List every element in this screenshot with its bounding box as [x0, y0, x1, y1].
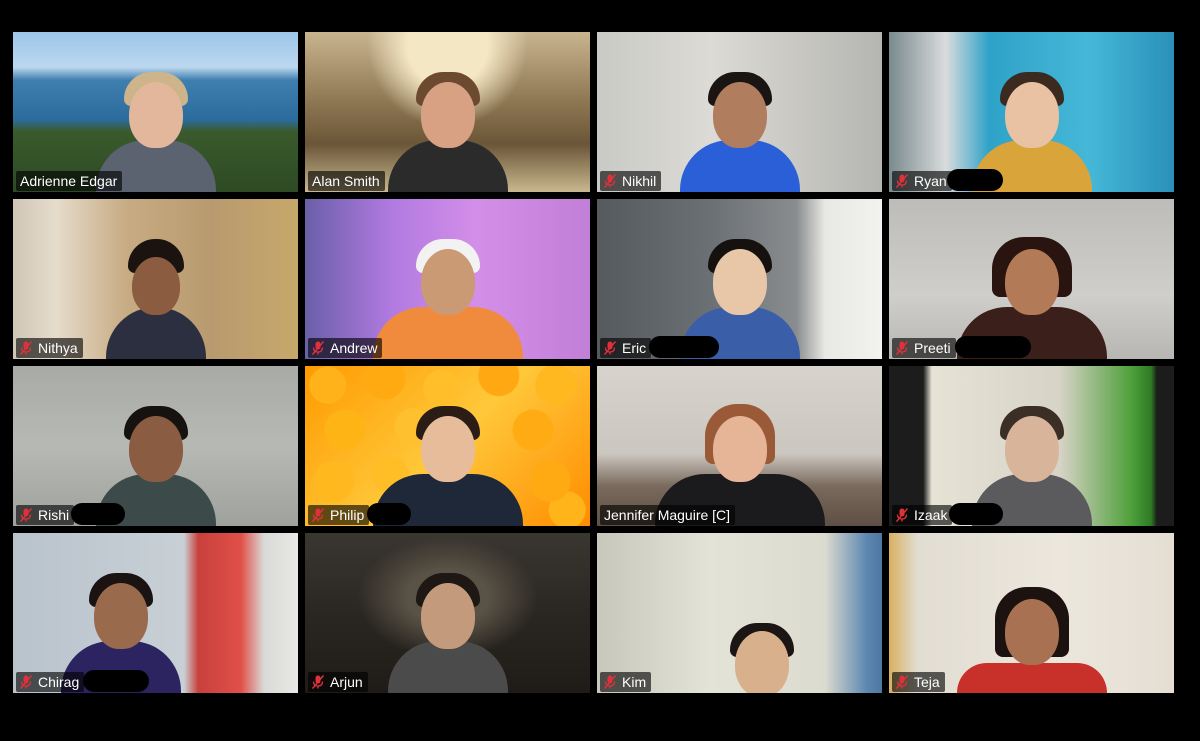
participant-name: Nikhil [622, 173, 657, 189]
muted-microphone-icon [896, 341, 908, 355]
participant-tile-chirag[interactable]: Chirag [13, 533, 298, 693]
participant-tile-arjun[interactable]: Arjun [305, 533, 590, 693]
redaction-mark [83, 670, 149, 692]
muted-microphone-icon [312, 341, 324, 355]
redaction-mark [649, 336, 719, 358]
participant-name-tag: Jennifer Maguire [C] [600, 505, 736, 525]
muted-microphone-icon [604, 341, 616, 355]
participant-video [95, 42, 216, 192]
muted-microphone-icon [896, 508, 908, 522]
participant-tile-nikhil[interactable]: Nikhil [597, 32, 882, 192]
participant-video [372, 209, 523, 359]
participant-name: Rishi [38, 507, 70, 523]
muted-microphone-icon [20, 675, 32, 689]
participant-tile-ryan[interactable]: Ryan [889, 32, 1174, 192]
participant-tile-izaak[interactable]: Izaak [889, 366, 1174, 526]
participant-name-tag: Teja [892, 672, 945, 692]
redaction-mark [71, 503, 125, 525]
participant-tile-rishi[interactable]: Rishi [13, 366, 298, 526]
participant-name: Teja [914, 674, 940, 690]
participant-tile-philip[interactable]: Philip [305, 366, 590, 526]
participant-tile-alan-smith[interactable]: Alan Smith [305, 32, 590, 192]
participant-tile-kim[interactable]: Kim [597, 533, 882, 693]
muted-microphone-icon [604, 675, 616, 689]
participant-tile-adrienne-edgar[interactable]: Adrienne Edgar [13, 32, 298, 192]
muted-microphone-icon [20, 508, 32, 522]
participant-name: Philip [330, 507, 365, 523]
video-gallery-grid: Adrienne Edgar Alan Smith Nikhil Ryan Ni… [13, 32, 1174, 694]
participant-tile-andrew[interactable]: Andrew [305, 199, 590, 359]
participant-name: Alan Smith [312, 173, 380, 189]
participant-name: Kim [622, 674, 647, 690]
participant-name: Preeti [914, 340, 951, 356]
participant-name: Ryan [914, 173, 947, 189]
muted-microphone-icon [896, 174, 908, 188]
participant-name-tag: Izaak [892, 505, 953, 525]
redaction-mark [955, 336, 1031, 358]
redaction-mark [949, 503, 1003, 525]
participant-name: Andrew [330, 340, 378, 356]
participant-name-tag: Kim [600, 672, 652, 692]
participant-name-tag: Chirag [16, 672, 85, 692]
participant-name-tag: Andrew [308, 338, 383, 358]
participant-name: Chirag [38, 674, 80, 690]
participant-video [105, 209, 206, 359]
participant-tile-teja[interactable]: Teja [889, 533, 1174, 693]
participant-video [387, 543, 508, 693]
participant-video [654, 376, 825, 526]
muted-microphone-icon [896, 675, 908, 689]
participant-name-tag: Nithya [16, 338, 83, 358]
participant-video [679, 42, 800, 192]
participant-name: Eric [622, 340, 647, 356]
participant-tile-jennifer-maguire[interactable]: Jennifer Maguire [C] [597, 366, 882, 526]
participant-name-tag: Alan Smith [308, 171, 385, 191]
muted-microphone-icon [312, 675, 324, 689]
participant-tile-eric[interactable]: Eric [597, 199, 882, 359]
participant-video [956, 543, 1107, 693]
participant-name-tag: Nikhil [600, 171, 662, 191]
participant-name-tag: Rishi [16, 505, 75, 525]
participant-name: Adrienne Edgar [20, 173, 118, 189]
participant-video [702, 613, 822, 693]
participant-name: Nithya [38, 340, 78, 356]
participant-name-tag: Adrienne Edgar [16, 171, 123, 191]
muted-microphone-icon [604, 174, 616, 188]
participant-name-tag: Preeti [892, 338, 956, 358]
participant-name-tag: Philip [308, 505, 370, 525]
participant-name-tag: Arjun [308, 672, 368, 692]
participant-name-tag: Eric [600, 338, 652, 358]
participant-tile-preeti[interactable]: Preeti [889, 199, 1174, 359]
participant-name: Izaak [914, 507, 948, 523]
participant-name-tag: Ryan [892, 171, 952, 191]
participant-name: Arjun [330, 674, 363, 690]
redaction-mark [367, 503, 411, 525]
muted-microphone-icon [20, 341, 32, 355]
redaction-mark [947, 169, 1003, 191]
muted-microphone-icon [312, 508, 324, 522]
participant-video [387, 42, 508, 192]
participant-name: Jennifer Maguire [C] [604, 507, 731, 523]
participant-tile-nithya[interactable]: Nithya [13, 199, 298, 359]
